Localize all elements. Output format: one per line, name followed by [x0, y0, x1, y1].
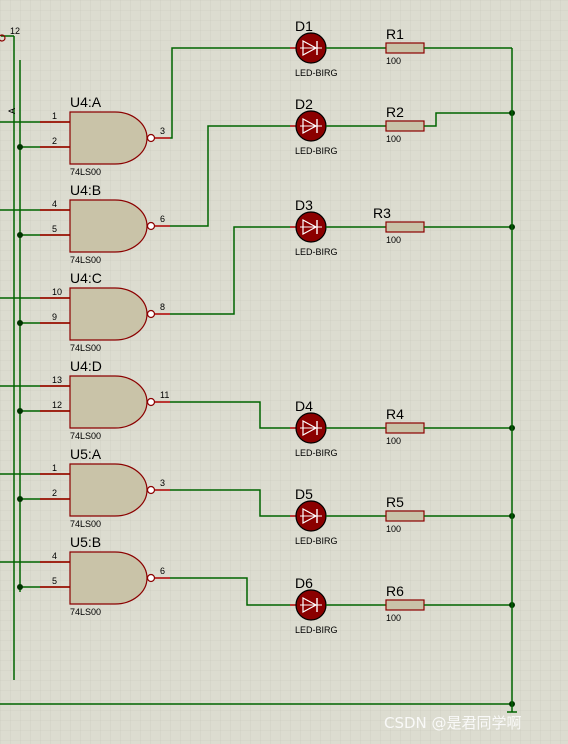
gate-reference: U4:C	[70, 270, 102, 286]
junction-dot	[17, 144, 23, 150]
led-part-number: LED-BIRG	[295, 536, 338, 546]
nand-body	[69, 463, 148, 517]
resistor-value: 100	[386, 56, 401, 66]
pin-number: 6	[160, 214, 165, 224]
resistor-reference: R1	[386, 26, 404, 42]
resistor-body	[385, 42, 425, 54]
resistor-reference: R6	[386, 583, 404, 599]
junction-dot	[17, 232, 23, 238]
gate-reference: U4:B	[70, 182, 101, 198]
gate-reference: U4:A	[70, 94, 102, 110]
led-reference: D2	[295, 96, 313, 112]
side-label: A	[7, 108, 17, 114]
led-part-number: LED-BIRG	[295, 625, 338, 635]
led-reference: D1	[295, 18, 313, 34]
led-part-number: LED-BIRG	[295, 146, 338, 156]
pin-number: 13	[52, 375, 62, 385]
pin-number: 10	[52, 287, 62, 297]
led-reference: D4	[295, 398, 313, 414]
nand-body	[69, 375, 148, 429]
resistor-value: 100	[386, 524, 401, 534]
led-reference: D5	[295, 486, 313, 502]
pin-number: 6	[160, 566, 165, 576]
pin-number: 1	[52, 463, 57, 473]
nand-body	[69, 111, 148, 165]
resistor-value: 100	[386, 235, 401, 245]
pin-number: 2	[52, 136, 57, 146]
pin-number: 3	[160, 478, 165, 488]
resistor-body	[385, 120, 425, 132]
led-part-number: LED-BIRG	[295, 247, 338, 257]
resistor-value: 100	[386, 613, 401, 623]
resistor-body	[385, 510, 425, 522]
junction-dot	[17, 320, 23, 326]
led-part-number: LED-BIRG	[295, 68, 338, 78]
resistor-value: 100	[386, 134, 401, 144]
junction-dot	[17, 584, 23, 590]
pin-number: 12	[52, 400, 62, 410]
resistor-reference: R2	[386, 104, 404, 120]
pin-number: 1	[52, 111, 57, 121]
gate-reference: U5:B	[70, 534, 101, 550]
gate-part-number: 74LS00	[70, 519, 101, 529]
led-reference: D3	[295, 197, 313, 213]
gate-part-number: 74LS00	[70, 343, 101, 353]
pin-number: 11	[160, 390, 169, 400]
pin-number: 5	[52, 224, 57, 234]
pin-number: 9	[52, 312, 57, 322]
inversion-bubble-icon	[146, 397, 156, 407]
schematic-canvas: 12 A 123U4:A74LS00456U4:B74LS001098U4:C7…	[0, 0, 568, 744]
pin-number: 4	[52, 199, 57, 209]
resistor-reference: R5	[386, 494, 404, 510]
junction-dot	[17, 408, 23, 414]
pin-number: 5	[52, 576, 57, 586]
inversion-bubble-icon	[146, 309, 156, 319]
resistor-value: 100	[386, 436, 401, 446]
gate-reference: U5:A	[70, 446, 102, 462]
top-pin-number: 12	[10, 26, 20, 36]
watermark: CSDN @是君同学啊	[384, 714, 522, 732]
inversion-bubble-icon	[146, 573, 156, 583]
gate-part-number: 74LS00	[70, 167, 101, 177]
pin-number: 3	[160, 126, 165, 136]
pin-number: 8	[160, 302, 165, 312]
gate-reference: U4:D	[70, 358, 102, 374]
resistor-body	[385, 599, 425, 611]
inversion-bubble-icon	[146, 485, 156, 495]
pin-number: 4	[52, 551, 57, 561]
gate-part-number: 74LS00	[70, 255, 101, 265]
junction-dot	[17, 496, 23, 502]
gate-part-number: 74LS00	[70, 607, 101, 617]
inversion-bubble-icon	[146, 133, 156, 143]
led-reference: D6	[295, 575, 313, 591]
nand-body	[69, 287, 148, 341]
gate-part-number: 74LS00	[70, 431, 101, 441]
nand-body	[69, 551, 148, 605]
resistor-reference: R3	[373, 205, 391, 221]
resistor-reference: R4	[386, 406, 404, 422]
resistor-body	[385, 422, 425, 434]
nand-body	[69, 199, 148, 253]
led-part-number: LED-BIRG	[295, 448, 338, 458]
inversion-bubble-icon	[146, 221, 156, 231]
resistor-body	[385, 221, 425, 233]
pin-number: 2	[52, 488, 57, 498]
